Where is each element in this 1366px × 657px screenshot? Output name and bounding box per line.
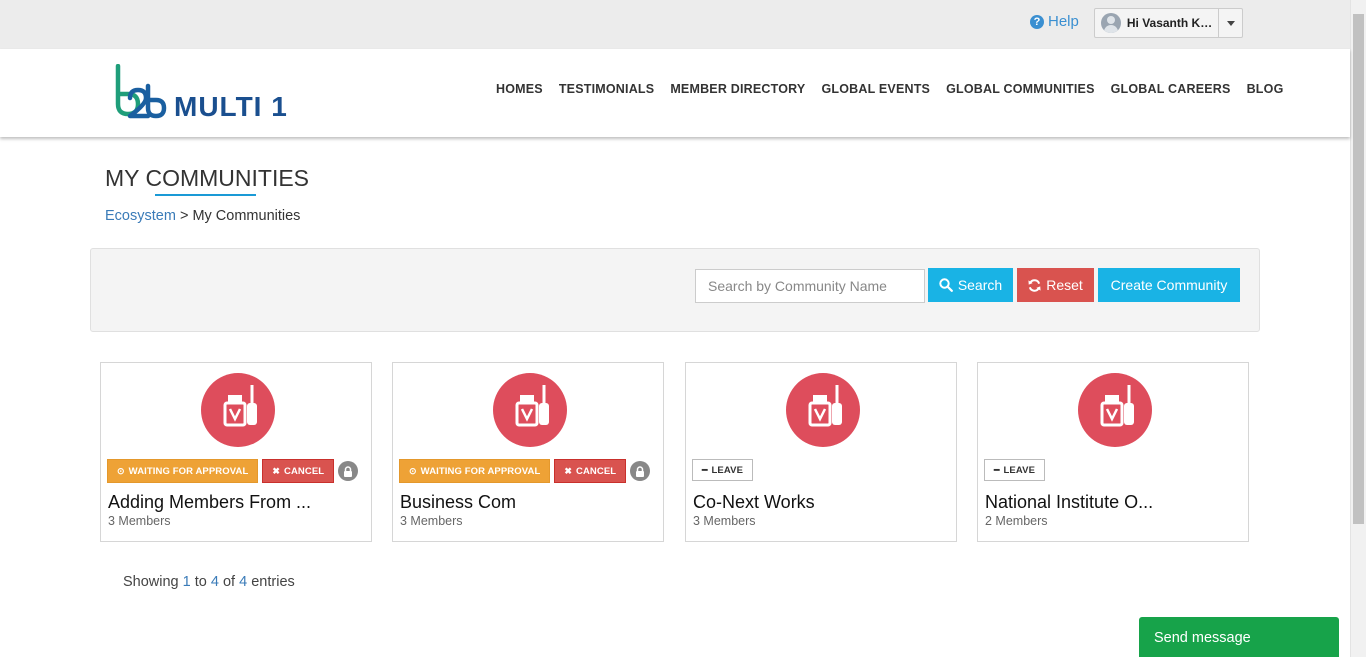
nav-homes[interactable]: HOMES [496, 82, 543, 96]
site-header: MULTI 1 HOMES TESTIMONIALS MEMBER DIRECT… [0, 49, 1350, 137]
community-name[interactable]: National Institute O... [985, 492, 1153, 513]
nail-polish-icon [223, 385, 257, 427]
minus-icon: ━ [994, 464, 1000, 475]
create-community-button[interactable]: Create Community [1098, 268, 1240, 302]
community-members: 3 Members [108, 514, 171, 528]
b2b-logo-mark: MULTI 1 [115, 63, 288, 122]
status-label: WAITING FOR APPROVAL [420, 465, 541, 477]
community-card[interactable]: ━ LEAVE National Institute O... 2 Members [977, 362, 1249, 542]
community-name[interactable]: Co-Next Works [693, 492, 815, 513]
clock-icon: ⊙ [117, 465, 125, 476]
leave-button[interactable]: ━ LEAVE [692, 459, 753, 481]
close-icon: ✖ [564, 465, 573, 476]
community-members: 3 Members [400, 514, 463, 528]
nav-global-communities[interactable]: GLOBAL COMMUNITIES [946, 82, 1095, 96]
action-label: CANCEL [284, 465, 325, 477]
pagination-from: 1 [182, 574, 191, 590]
breadcrumb-ecosystem[interactable]: Ecosystem [105, 208, 176, 224]
pagination-to-text: to [190, 574, 211, 590]
close-icon: ✖ [272, 465, 281, 476]
search-button[interactable]: Search [928, 268, 1013, 302]
action-label: LEAVE [711, 464, 743, 476]
page-scrollbar[interactable] [1350, 0, 1366, 657]
community-members: 2 Members [985, 514, 1048, 528]
scrollbar-thumb[interactable] [1353, 14, 1364, 524]
waiting-approval-badge: ⊙ WAITING FOR APPROVAL [399, 459, 551, 483]
community-search-input[interactable] [695, 269, 925, 303]
help-link[interactable]: ? Help [1030, 13, 1079, 30]
nav-blog[interactable]: BLOG [1247, 82, 1284, 96]
pagination-prefix: Showing [123, 574, 183, 590]
nail-polish-icon [808, 385, 842, 427]
clock-icon: ⊙ [409, 465, 417, 476]
card-badges: ━ LEAVE [692, 459, 753, 481]
community-name[interactable]: Business Com [400, 492, 516, 513]
cancel-request-button[interactable]: ✖ CANCEL [262, 459, 335, 483]
user-avatar-icon [1101, 13, 1121, 33]
pagination-suffix: entries [247, 574, 295, 590]
action-label: CANCEL [576, 465, 617, 477]
search-icon [939, 278, 953, 292]
pagination-total: 4 [239, 574, 248, 590]
community-card[interactable]: ━ LEAVE Co-Next Works 3 Members [685, 362, 957, 542]
lock-icon [630, 461, 651, 481]
reset-button[interactable]: Reset [1017, 268, 1094, 302]
cancel-request-button[interactable]: ✖ CANCEL [554, 459, 627, 483]
breadcrumb-separator: > [175, 208, 193, 224]
refresh-icon [1028, 278, 1041, 292]
breadcrumb: Ecosystem > My Communities [105, 208, 300, 224]
logo-text: MULTI 1 [174, 91, 288, 122]
card-badges: ━ LEAVE [984, 459, 1045, 481]
leave-button[interactable]: ━ LEAVE [984, 459, 1045, 481]
waiting-approval-badge: ⊙ WAITING FOR APPROVAL [107, 459, 259, 483]
page-title: MY COMMUNITIES [105, 165, 310, 191]
breadcrumb-current: My Communities [192, 208, 301, 224]
pagination-to: 4 [210, 574, 219, 590]
nav-member-directory[interactable]: MEMBER DIRECTORY [670, 82, 805, 96]
minus-icon: ━ [702, 464, 708, 475]
card-badges: ⊙ WAITING FOR APPROVAL ✖ CANCEL [107, 459, 359, 483]
user-menu[interactable]: Hi Vasanth Kumar [1094, 8, 1243, 38]
nail-polish-icon [1100, 385, 1134, 427]
nav-global-events[interactable]: GLOBAL EVENTS [821, 82, 930, 96]
community-card[interactable]: ⊙ WAITING FOR APPROVAL ✖ CANCEL Business C… [392, 362, 664, 542]
pagination-info: Showing 1 to 4 of 4 entries [123, 574, 295, 590]
chevron-down-icon[interactable] [1218, 9, 1242, 37]
send-message-button[interactable]: Send message [1139, 617, 1339, 657]
card-badges: ⊙ WAITING FOR APPROVAL ✖ CANCEL [399, 459, 651, 483]
nav-testimonials[interactable]: TESTIMONIALS [559, 82, 654, 96]
search-panel: Search Reset Create Community [90, 248, 1260, 332]
community-icon [1078, 373, 1152, 447]
help-label: Help [1048, 13, 1079, 30]
search-button-label: Search [957, 277, 1003, 293]
community-members: 3 Members [693, 514, 756, 528]
community-card[interactable]: ⊙ WAITING FOR APPROVAL ✖ CANCEL Adding Mem… [100, 362, 372, 542]
pagination-of-text: of [218, 574, 240, 590]
community-icon [786, 373, 860, 447]
user-greeting: Hi Vasanth Kumar [1126, 16, 1219, 30]
community-name[interactable]: Adding Members From ... [108, 492, 311, 513]
nail-polish-icon [515, 385, 549, 427]
status-label: WAITING FOR APPROVAL [128, 465, 249, 477]
top-utility-bar: ? Help Hi Vasanth Kumar [0, 0, 1350, 49]
question-circle-icon: ? [1030, 14, 1044, 29]
community-icon [201, 373, 275, 447]
nav-global-careers[interactable]: GLOBAL CAREERS [1111, 82, 1231, 96]
main-nav: HOMES TESTIMONIALS MEMBER DIRECTORY GLOB… [488, 82, 1292, 96]
title-underline [155, 194, 256, 196]
action-label: LEAVE [1003, 464, 1035, 476]
reset-button-label: Reset [1046, 277, 1083, 293]
community-icon [493, 373, 567, 447]
site-logo[interactable]: MULTI 1 [112, 63, 312, 122]
lock-icon [338, 461, 359, 481]
